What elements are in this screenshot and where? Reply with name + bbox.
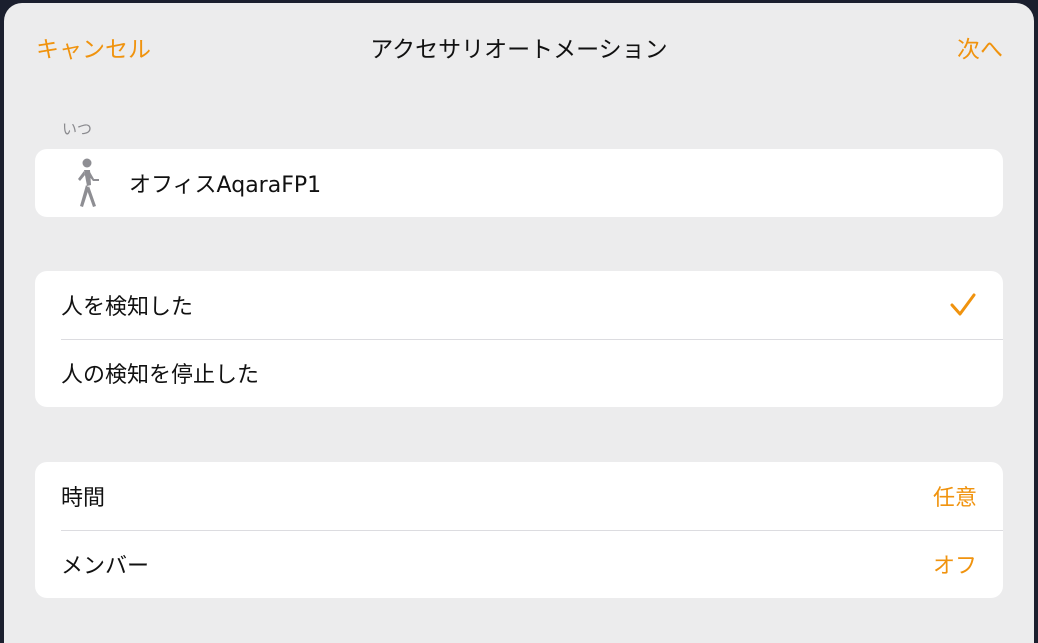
condition-label: 時間 xyxy=(61,486,106,511)
automation-sheet: キャンセル アクセサリオートメーション 次へ いつ オフィスAqaraFP1 人… xyxy=(4,3,1034,643)
trigger-option-label: 人の検知を停止した xyxy=(61,363,260,388)
person-walking-icon xyxy=(78,158,99,207)
trigger-option-stopped[interactable]: 人の検知を停止した xyxy=(35,339,1003,407)
accessory-row[interactable]: オフィスAqaraFP1 xyxy=(35,149,1003,217)
page-title: アクセサリオートメーション xyxy=(370,37,668,63)
condition-time-row[interactable]: 時間 任意 xyxy=(35,462,1003,530)
condition-members-row[interactable]: メンバー オフ xyxy=(35,530,1003,598)
condition-label: メンバー xyxy=(61,554,150,579)
condition-value: 任意 xyxy=(932,486,977,511)
navigation-bar: キャンセル アクセサリオートメーション 次へ xyxy=(4,3,1034,87)
next-button[interactable]: 次へ xyxy=(957,30,1003,64)
checkmark-icon xyxy=(949,291,977,319)
when-section-header: いつ xyxy=(62,120,93,138)
conditions-group: 時間 任意 メンバー オフ xyxy=(35,462,1003,598)
accessory-group: オフィスAqaraFP1 xyxy=(35,149,1003,217)
trigger-option-detected[interactable]: 人を検知した xyxy=(35,271,1003,339)
accessory-name: オフィスAqaraFP1 xyxy=(129,173,322,198)
trigger-option-label: 人を検知した xyxy=(61,295,194,320)
condition-value: オフ xyxy=(932,554,977,579)
trigger-options-group: 人を検知した 人の検知を停止した xyxy=(35,271,1003,407)
